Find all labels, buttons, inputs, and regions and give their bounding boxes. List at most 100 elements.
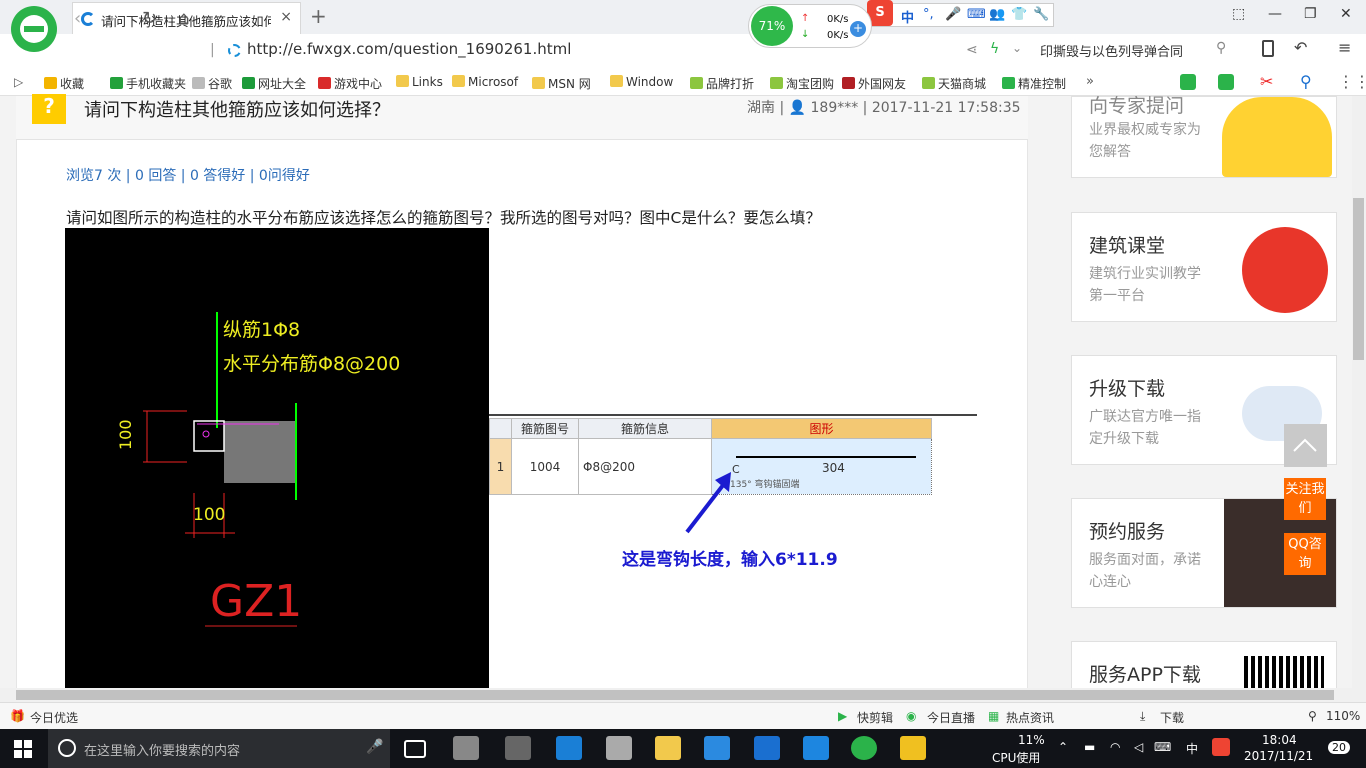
share-icon[interactable]: ⋖ — [966, 42, 978, 58]
volume-icon[interactable]: ◁ — [1134, 740, 1143, 754]
skin-icon[interactable]: 👕 — [1011, 7, 1027, 22]
taskbar-search-box[interactable]: 在这里输入你要搜索的内容 🎤 — [48, 729, 390, 768]
ime-toolbar[interactable]: S 中 °, 🎤 ⌨ 👥 👕 🔧 — [867, 0, 1054, 27]
notes-app-icon[interactable] — [900, 736, 926, 760]
ie-icon[interactable] — [704, 736, 730, 760]
notification-count[interactable]: 20 — [1328, 741, 1350, 754]
ie-compat-icon[interactable] — [228, 44, 241, 57]
download-link[interactable]: 下载 — [1160, 709, 1184, 726]
bookmark-item[interactable]: 游戏中心 — [318, 75, 382, 92]
maximize-button[interactable]: ❐ — [1304, 6, 1317, 22]
bookmark-item[interactable]: 天猫商城 — [922, 75, 986, 92]
gift-icon: 🎁 — [10, 709, 25, 723]
punctuation-icon[interactable]: °, — [923, 7, 934, 22]
ime-indicator[interactable]: 中 — [1186, 740, 1198, 757]
sidebar-toggle-icon[interactable]: ▷ — [14, 75, 23, 89]
keyboard-tray-icon[interactable]: ⌨ — [1154, 740, 1171, 754]
bookmark-item[interactable]: 精准控制 — [1002, 75, 1066, 92]
today-picks-link[interactable]: 今日优选 — [30, 709, 78, 726]
undo-icon[interactable]: ↶ — [1294, 38, 1307, 57]
edge-icon[interactable] — [556, 736, 582, 760]
user-icon[interactable]: 👥 — [989, 7, 1005, 22]
chevron-down-icon[interactable]: ⌄ — [1012, 41, 1022, 55]
microphone-icon[interactable]: 🎤 — [945, 7, 961, 22]
tools-icon[interactable]: 🔧 — [1033, 7, 1049, 22]
file-explorer-icon[interactable] — [655, 736, 681, 760]
forward-icon[interactable]: › — [108, 8, 115, 29]
new-tab-button[interactable]: + — [310, 4, 327, 28]
sidebar-card-expert[interactable]: 向专家提问 业界最权威专家为您解答 — [1071, 95, 1337, 178]
search-input[interactable]: 印撕毁与以色列导弹合同 — [1040, 41, 1183, 60]
store-icon[interactable] — [606, 736, 632, 760]
bookmark-item[interactable]: MSN 网 — [532, 75, 591, 92]
skin-button[interactable]: ⬚ — [1232, 6, 1245, 22]
remote-app-icon[interactable] — [754, 736, 780, 760]
tab-close-button[interactable]: × — [280, 9, 292, 25]
search-icon[interactable]: ⚲ — [1216, 40, 1226, 56]
qq-consult-button[interactable]: QQ咨询 — [1284, 533, 1326, 575]
phone-icon[interactable] — [1262, 40, 1274, 57]
bookmark-item[interactable]: Microsof — [452, 75, 518, 89]
close-window-button[interactable]: ✕ — [1340, 6, 1352, 22]
live-link[interactable]: 今日直播 — [927, 709, 975, 726]
row-shape[interactable]: 304 C 135° 弯钩锚固端 — [711, 438, 932, 495]
g-app-icon[interactable] — [803, 736, 829, 760]
spiral-app-icon[interactable] — [505, 736, 531, 760]
card-subtitle: 服务面对面，承诺心连心 — [1089, 552, 1201, 590]
status-bar: 🎁 今日优选 ▶ 快剪辑 ◉ 今日直播 ▦ 热点资讯 ⤓ 下载 ⚲ 110% — [0, 702, 1366, 729]
fan-app-icon[interactable] — [453, 736, 479, 760]
bookmark-icon — [922, 77, 935, 89]
bookmark-item[interactable]: Window — [610, 75, 673, 89]
plus-icon[interactable]: + — [850, 21, 866, 37]
tray-chevron-icon[interactable]: ⌃ — [1058, 740, 1068, 754]
refresh-icon[interactable]: ↻ — [142, 8, 157, 29]
quick-clip-link[interactable]: 快剪辑 — [857, 709, 893, 726]
zoom-icon[interactable]: ⚲ — [1300, 72, 1312, 91]
mic-icon[interactable]: 🎤 — [366, 739, 383, 755]
minimize-button[interactable]: — — [1268, 6, 1282, 22]
home-icon[interactable]: ⌂ — [178, 8, 189, 29]
follow-us-button[interactable]: 关注我们 — [1284, 478, 1326, 520]
bookmark-item[interactable]: 谷歌 — [192, 75, 232, 92]
news-link[interactable]: 热点资讯 — [1006, 709, 1054, 726]
apps-icon[interactable]: ⋮⋮ — [1338, 72, 1366, 91]
url-input[interactable]: http://e.fwxgx.com/question_1690261.html — [247, 40, 571, 58]
dim-horizontal: 100 — [193, 505, 225, 525]
bookmark-item[interactable]: 淘宝团购 — [770, 75, 834, 92]
zoom-level[interactable]: 110% — [1326, 709, 1360, 723]
question-stats[interactable]: 浏览7 次 | 0 回答 | 0 答得好 | 0问得好 — [66, 165, 310, 185]
bookmark-icon — [44, 77, 57, 89]
browser-taskbar-icon[interactable] — [851, 736, 877, 760]
wifi-icon[interactable]: ◠ — [1110, 740, 1120, 754]
task-view-icon[interactable] — [404, 740, 426, 758]
browser-logo-icon[interactable] — [11, 6, 57, 52]
bookmark-item[interactable]: 手机收藏夹 — [110, 75, 186, 92]
sogou-tray-icon[interactable] — [1212, 738, 1230, 756]
sidebar-card-class[interactable]: 建筑课堂 建筑行业实训教学第一平台 — [1071, 212, 1337, 322]
bookmark-item[interactable]: Links — [396, 75, 443, 89]
windows-start-icon[interactable] — [14, 740, 32, 758]
ime-mode[interactable]: 中 — [901, 7, 914, 26]
sidebar-card-app[interactable]: 服务APP下载 — [1071, 641, 1337, 692]
clock-date[interactable]: 2017/11/21 — [1244, 749, 1313, 763]
bookmark-item[interactable]: 外国网友 — [842, 75, 906, 92]
bookmark-item[interactable]: 网址大全 — [242, 75, 306, 92]
shield-icon[interactable] — [1180, 74, 1196, 90]
performance-widget[interactable]: 71% ↑ ↓ 0K/s 0K/s + — [748, 4, 872, 48]
clock-time[interactable]: 18:04 — [1262, 733, 1297, 747]
menu-icon[interactable]: ≡ — [1338, 38, 1351, 57]
scissors-icon[interactable]: ✂ — [1260, 72, 1273, 91]
back-to-top-button[interactable] — [1284, 424, 1327, 467]
bookmark-item[interactable]: 品牌打折 — [690, 75, 754, 92]
vertical-scrollbar[interactable] — [1352, 96, 1366, 688]
annotation-arrow-icon — [685, 472, 731, 534]
translate-icon[interactable] — [1218, 74, 1234, 90]
bookmarks-more-button[interactable]: » — [1086, 74, 1094, 89]
keyboard-icon[interactable]: ⌨ — [967, 7, 986, 22]
lightning-icon[interactable]: ϟ — [990, 41, 999, 57]
vertical-scrollbar-thumb[interactable] — [1353, 198, 1364, 360]
bookmark-item[interactable]: 收藏 — [44, 75, 84, 92]
back-icon[interactable]: ‹ — [74, 8, 81, 29]
tray-device-icon[interactable]: ▬ — [1084, 740, 1095, 754]
horizontal-scrollbar-thumb[interactable] — [16, 690, 1334, 700]
